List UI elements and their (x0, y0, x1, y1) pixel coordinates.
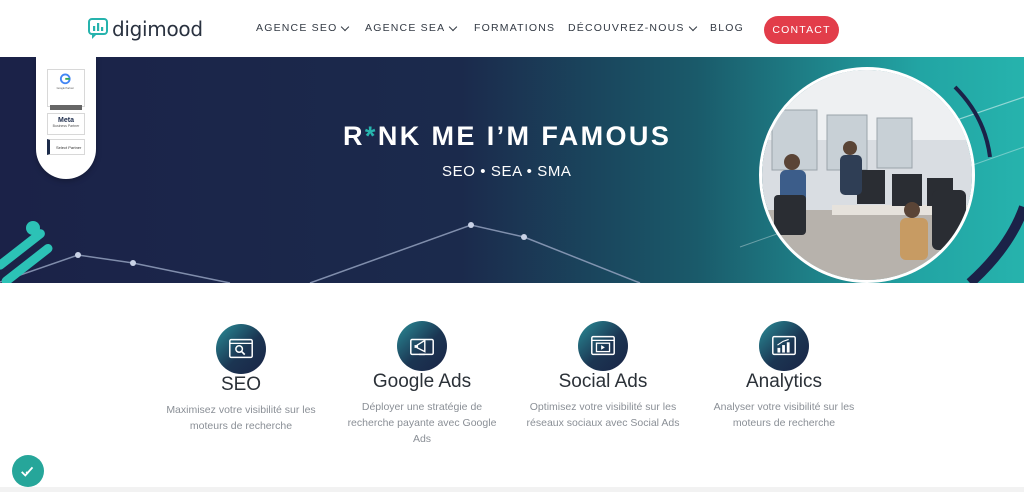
hero-banner: Google Partner Meta Business Partner Sel… (0, 57, 1024, 283)
top-navbar: digimood AGENCE SEO AGENCE SEA FORMATION… (0, 0, 1024, 58)
service-card-seo[interactable]: SEO Maximisez votre visibilité sur les m… (160, 324, 322, 434)
hero-title-star: * (364, 121, 378, 151)
main-menu: AGENCE SEO AGENCE SEA FORMATIONS DÉCOUVR… (256, 22, 744, 34)
menu-item-formations[interactable]: FORMATIONS (474, 22, 568, 34)
menu-item-label: FORMATIONS (474, 22, 556, 34)
hero-title-suffix: NK ME I’M FAMOUS (377, 121, 672, 151)
contact-button[interactable]: CONTACT (764, 16, 839, 44)
chevron-down-icon (449, 22, 458, 31)
service-title: Google Ads (372, 371, 472, 392)
service-description: Maximisez votre visibilité sur les moteu… (166, 404, 316, 432)
service-card-google-ads[interactable]: Google Ads Déployer une stratégie de rec… (342, 321, 502, 447)
menu-item-agence-sea[interactable]: AGENCE SEA (365, 22, 474, 34)
google-partner-badge[interactable]: Google Partner (47, 69, 85, 110)
office-scene-illustration (762, 70, 972, 280)
service-description: Optimisez votre visibilité sur les résea… (526, 401, 680, 429)
menu-item-blog[interactable]: BLOG (710, 22, 744, 34)
service-card-social-ads[interactable]: Social Ads Optimisez votre visibilité su… (522, 321, 684, 431)
digimood-logo[interactable]: digimood (88, 17, 203, 41)
service-description: Analyser votre visibilité sur les moteur… (713, 401, 855, 429)
svg-text:Google Partner: Google Partner (57, 86, 75, 90)
search-window-icon (216, 324, 266, 374)
service-title: SEO (220, 374, 262, 395)
office-team-photo (759, 67, 975, 283)
brand-name: digimood (112, 17, 203, 41)
service-title: Analytics (745, 371, 823, 392)
verified-check-button[interactable] (12, 455, 44, 487)
menu-item-agence-seo[interactable]: AGENCE SEO (256, 22, 365, 34)
google-icon: Google Partner (57, 73, 75, 90)
hero-title-prefix: R (343, 121, 365, 151)
double-check-icon (21, 466, 34, 477)
hero-subtitle: SEO • SEA • SMA (442, 163, 572, 180)
chevron-down-icon (688, 22, 697, 31)
service-card-analytics[interactable]: Analytics Analyser votre visibilité sur … (704, 321, 864, 431)
chevron-down-icon (341, 22, 350, 31)
menu-item-label: AGENCE SEA (365, 22, 446, 34)
menu-item-label: AGENCE SEO (256, 22, 338, 34)
section-divider (0, 487, 1024, 492)
services-section: SEO Maximisez votre visibilité sur les m… (0, 283, 1024, 492)
menu-item-label: DÉCOUVREZ-NOUS (568, 22, 685, 34)
service-title: Social Ads (558, 371, 648, 392)
megaphone-screen-icon (397, 321, 447, 371)
menu-item-label: BLOG (710, 22, 744, 34)
bar-chart-window-icon (759, 321, 809, 371)
service-description: Déployer une stratégie de recherche paya… (347, 401, 497, 445)
partner-badges-card: Google Partner Meta Business Partner Sel… (36, 57, 96, 179)
menu-item-decouvrez-nous[interactable]: DÉCOUVREZ-NOUS (568, 22, 710, 34)
logo-mark-icon (88, 18, 108, 39)
video-player-icon (578, 321, 628, 371)
